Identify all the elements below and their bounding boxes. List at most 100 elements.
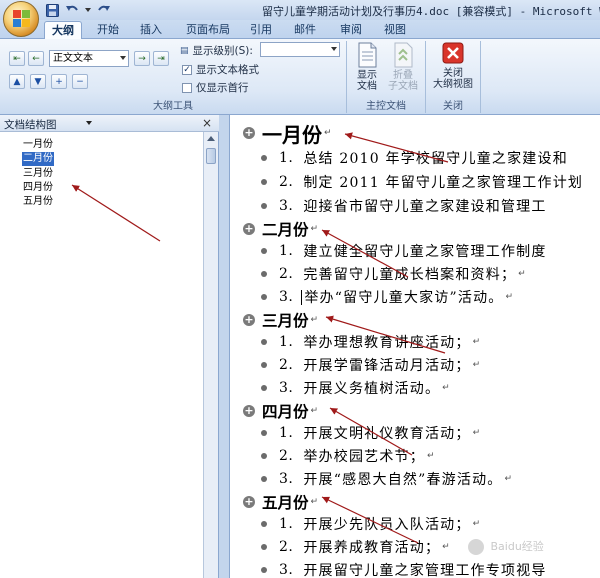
item-text: 开展留守儿童之家管理工作专项视导 [303, 563, 547, 578]
bullet-icon [261, 155, 267, 161]
tab-outline[interactable]: 大纲 [44, 21, 82, 40]
bullet-icon [261, 453, 267, 459]
office-logo-icon [13, 10, 31, 28]
tab-references[interactable]: 引用 [243, 21, 279, 39]
collapse-subdocuments-button[interactable]: 折叠 子文档 [386, 42, 420, 92]
paragraph-mark: ↵ [442, 542, 450, 552]
close-outline-view-button[interactable]: 关闭 大纲视图 [429, 42, 477, 90]
pane-splitter[interactable] [219, 115, 230, 578]
outline-item[interactable]: 2. 举办校园艺术节； ↵ [258, 445, 435, 467]
undo-icon[interactable] [64, 3, 80, 18]
outline-item[interactable]: 2. 完善留守儿童成长档案和资料； ↵ [258, 263, 526, 285]
quick-access-toolbar [44, 2, 112, 18]
paragraph-mark: ↵ [310, 224, 319, 234]
tab-review[interactable]: 审阅 [333, 21, 369, 39]
watermark-text: Baidu经验 [490, 540, 544, 553]
document-map-item[interactable]: 四月份 [22, 182, 54, 193]
collapse-subdocuments-icon [392, 42, 414, 68]
first-line-only-option[interactable]: 仅显示首行 [182, 80, 249, 95]
outline-item[interactable]: 3. 开展留守儿童之家管理工作专项视导 [258, 559, 547, 578]
document-map-title: 文档结构图 [4, 119, 57, 131]
item-text: 总结 2010 年学校留守儿童之家建设和 [303, 151, 568, 167]
office-button[interactable] [3, 1, 39, 37]
show-document-button[interactable]: 显示 文档 [352, 42, 382, 92]
save-icon[interactable] [44, 3, 60, 18]
move-down-icon[interactable]: ▼ [30, 74, 46, 89]
outline-item[interactable]: 1. 总结 2010 年学校留守儿童之家建设和 [258, 147, 568, 169]
document-map-item[interactable]: 三月份 [22, 168, 54, 179]
first-line-only-label: 仅显示首行 [196, 82, 249, 94]
tab-insert[interactable]: 插入 [133, 21, 169, 39]
collapse-subdocuments-label: 折叠 子文档 [388, 70, 418, 92]
chevron-down-icon [331, 47, 337, 51]
item-text: 举办“留守儿童大家访”活动。 [304, 290, 504, 306]
item-text: 建立健全留守儿童之家管理工作制度 [303, 244, 547, 260]
show-text-format-checkbox[interactable]: ✓ [182, 64, 192, 75]
promote-icon[interactable]: ← [28, 51, 44, 66]
tab-mailings[interactable]: 邮件 [287, 21, 323, 39]
outline-item[interactable]: 3. 举办“留守儿童大家访”活动。 ↵ [258, 286, 513, 308]
document-map-item[interactable]: 五月份 [22, 196, 54, 207]
item-text: 开展养成教育活动； [303, 540, 441, 556]
item-number: 1. [279, 150, 294, 166]
item-text: 迎接省市留守儿童之家建设和管理工 [303, 199, 547, 215]
outline-heading[interactable]: + 二月份 ↵ [243, 217, 318, 241]
promote-to-heading1-icon[interactable]: ⇤ [9, 51, 25, 66]
paragraph-mark: ↵ [310, 497, 319, 507]
outline-item[interactable]: 1. 举办理想教育讲座活动； ↵ [258, 331, 480, 353]
bullet-icon [261, 362, 267, 368]
move-up-icon[interactable]: ▲ [9, 74, 25, 89]
outline-heading[interactable]: + 四月份 ↵ [243, 399, 318, 423]
outline-item[interactable]: 2. 制定 2011 年留守儿童之家管理工作计划 [258, 171, 583, 193]
demote-icon[interactable]: → [134, 51, 150, 66]
outline-item[interactable]: 1. 开展文明礼仪教育活动； ↵ [258, 422, 480, 444]
window-title: 留守儿童学期活动计划及行事历4.doc [兼容模式] - Microsoft W… [262, 5, 600, 18]
outline-level-combo[interactable]: 正文文本 [49, 50, 129, 67]
tab-home[interactable]: 开始 [90, 21, 126, 39]
expand-plus-icon[interactable]: + [243, 223, 255, 235]
expand-plus-icon[interactable]: + [243, 127, 255, 139]
outline-item[interactable]: 1. 建立健全留守儿童之家管理工作制度 [258, 240, 547, 262]
heading-text: 三月份 [262, 311, 309, 330]
paragraph-mark: ↵ [442, 383, 450, 393]
expand-plus-icon[interactable]: + [243, 314, 255, 326]
tab-view[interactable]: 视图 [377, 21, 413, 39]
item-text: 制定 2011 年留守儿童之家管理工作计划 [303, 175, 584, 191]
outline-heading[interactable]: + 三月份 ↵ [243, 308, 318, 332]
item-text: 开展学雷锋活动月活动； [303, 358, 471, 374]
redo-icon[interactable] [96, 3, 112, 18]
outline-item[interactable]: 3. 迎接省市留守儿童之家建设和管理工 [258, 195, 547, 217]
outline-item[interactable]: 1. 开展少先队员入队活动； ↵ [258, 513, 480, 535]
first-line-only-checkbox[interactable] [182, 82, 192, 93]
chevron-down-icon[interactable] [86, 121, 92, 125]
document-map-item[interactable]: 一月份 [22, 139, 54, 150]
bullet-icon [261, 294, 267, 300]
show-text-format-option[interactable]: ✓ 显示文本格式 [182, 62, 259, 77]
outline-item[interactable]: 2. 开展养成教育活动； ↵ [258, 536, 450, 558]
demote-to-body-text-icon[interactable]: ⇥ [153, 51, 169, 66]
item-number: 1. [279, 243, 294, 259]
outline-item[interactable]: 3. 开展义务植树活动。 ↵ [258, 377, 450, 399]
document-map-scrollbar[interactable] [203, 132, 218, 578]
show-level-combo[interactable] [260, 42, 340, 57]
show-document-label: 显示 文档 [357, 70, 377, 92]
document-map-item-selected[interactable]: 二月份 [22, 152, 54, 166]
undo-dropdown-icon[interactable] [84, 3, 92, 18]
scroll-thumb[interactable] [206, 148, 216, 164]
expand-plus-icon[interactable]: + [243, 496, 255, 508]
outline-item[interactable]: 2. 开展学雷锋活动月活动； ↵ [258, 354, 480, 376]
title-bar: 留守儿童学期活动计划及行事历4.doc [兼容模式] - Microsoft W… [0, 0, 600, 20]
collapse-icon[interactable]: − [72, 74, 88, 89]
expand-plus-icon[interactable]: + [243, 405, 255, 417]
outline-level-value: 正文文本 [53, 53, 93, 64]
expand-icon[interactable]: + [51, 74, 67, 89]
outline-heading[interactable]: + 五月份 ↵ [243, 490, 318, 514]
show-document-icon [356, 42, 378, 68]
tab-page-layout[interactable]: 页面布局 [180, 21, 236, 39]
paragraph-mark: ↵ [472, 519, 481, 529]
close-pane-button[interactable]: × [202, 116, 212, 130]
outline-heading[interactable]: + 一月份 ↵ [243, 121, 332, 147]
scroll-up-icon[interactable] [207, 136, 215, 141]
outline-item[interactable]: 3. 开展“感恩大自然”春游活动。 ↵ [258, 468, 512, 490]
document-outline-area[interactable]: + 一月份 ↵ 1. 总结 2010 年学校留守儿童之家建设和 2. 制定 20… [231, 115, 600, 578]
